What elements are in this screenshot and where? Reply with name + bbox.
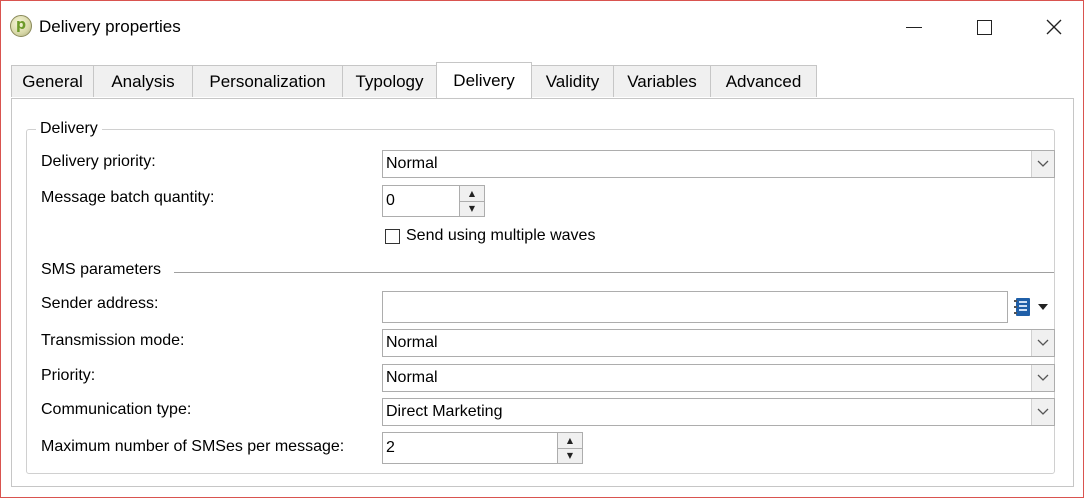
close-icon xyxy=(1046,19,1062,35)
batch-quantity-stepper[interactable]: 0 ▲ ▼ xyxy=(382,185,485,217)
batch-quantity-value: 0 xyxy=(386,192,395,209)
maximize-icon xyxy=(976,19,992,35)
communication-type-label: Communication type: xyxy=(41,401,192,418)
tab-label: Delivery xyxy=(453,70,515,90)
spin-buttons: ▲ ▼ xyxy=(459,186,484,216)
spin-buttons: ▲ ▼ xyxy=(557,433,582,463)
transmission-mode-select[interactable]: Normal xyxy=(382,329,1055,357)
minimize-icon xyxy=(906,26,922,28)
delivery-priority-value: Normal xyxy=(386,155,438,172)
spin-down-icon[interactable]: ▼ xyxy=(558,448,582,463)
tab-label: General xyxy=(22,71,83,91)
tab-analysis[interactable]: Analysis xyxy=(93,65,193,97)
address-book-button[interactable] xyxy=(1013,295,1053,319)
tab-label: Variables xyxy=(627,71,697,91)
batch-quantity-label: Message batch quantity: xyxy=(41,189,215,206)
spin-down-icon[interactable]: ▼ xyxy=(460,201,484,216)
max-sms-value: 2 xyxy=(386,439,395,456)
transmission-mode-label: Transmission mode: xyxy=(41,332,185,349)
tab-validity[interactable]: Validity xyxy=(531,65,614,97)
tab-personalization[interactable]: Personalization xyxy=(192,65,343,97)
chevron-down-icon xyxy=(1031,330,1054,356)
communication-type-select[interactable]: Direct Marketing xyxy=(382,398,1055,426)
multiple-waves-checkbox[interactable] xyxy=(385,228,400,244)
tab-label: Advanced xyxy=(725,71,802,91)
tab-label: Analysis xyxy=(111,71,175,91)
tab-label: Typology xyxy=(355,71,424,91)
window-title: Delivery properties xyxy=(39,17,181,36)
chevron-down-icon xyxy=(1031,399,1054,425)
communication-type-value: Direct Marketing xyxy=(386,403,503,420)
multiple-waves-option[interactable]: Send using multiple waves xyxy=(385,227,595,245)
title-bar[interactable]: p Delivery properties xyxy=(1,1,1083,53)
tab-variables[interactable]: Variables xyxy=(613,65,711,97)
sender-address-input[interactable] xyxy=(382,291,1008,323)
maximize-button[interactable] xyxy=(961,1,1007,53)
app-logo-icon: p xyxy=(10,15,32,37)
spin-up-icon[interactable]: ▲ xyxy=(460,186,484,202)
max-sms-stepper[interactable]: 2 ▲ ▼ xyxy=(382,432,583,464)
tab-label: Validity xyxy=(545,71,600,91)
chevron-down-icon xyxy=(1038,304,1048,310)
priority-label: Priority: xyxy=(41,367,96,384)
delivery-group-legend: Delivery xyxy=(36,120,102,138)
tab-general[interactable]: General xyxy=(11,65,94,97)
tab-label: Personalization xyxy=(209,71,326,91)
address-book-icon xyxy=(1014,298,1030,316)
minimize-button[interactable] xyxy=(891,1,937,53)
close-button[interactable] xyxy=(1031,1,1077,53)
delivery-priority-label: Delivery priority: xyxy=(41,153,156,170)
dialog-window: p Delivery properties General Analysis P… xyxy=(0,0,1084,498)
sender-address-label: Sender address: xyxy=(41,295,159,312)
priority-value: Normal xyxy=(386,369,438,386)
delivery-priority-select[interactable]: Normal xyxy=(382,150,1055,178)
sms-parameters-title: SMS parameters xyxy=(41,261,162,278)
tab-advanced[interactable]: Advanced xyxy=(710,65,817,97)
spin-up-icon[interactable]: ▲ xyxy=(558,433,582,449)
tab-strip: General Analysis Personalization Typolog… xyxy=(11,62,1075,99)
delivery-tab-panel: Delivery Delivery priority: Normal Messa… xyxy=(11,98,1074,487)
section-divider xyxy=(174,272,1054,273)
tab-delivery[interactable]: Delivery xyxy=(436,62,532,98)
tab-typology[interactable]: Typology xyxy=(342,65,437,97)
transmission-mode-value: Normal xyxy=(386,334,438,351)
priority-select[interactable]: Normal xyxy=(382,364,1055,392)
max-sms-label: Maximum number of SMSes per message: xyxy=(41,438,345,455)
chevron-down-icon xyxy=(1031,151,1054,177)
chevron-down-icon xyxy=(1031,365,1054,391)
multiple-waves-label: Send using multiple waves xyxy=(406,227,596,244)
